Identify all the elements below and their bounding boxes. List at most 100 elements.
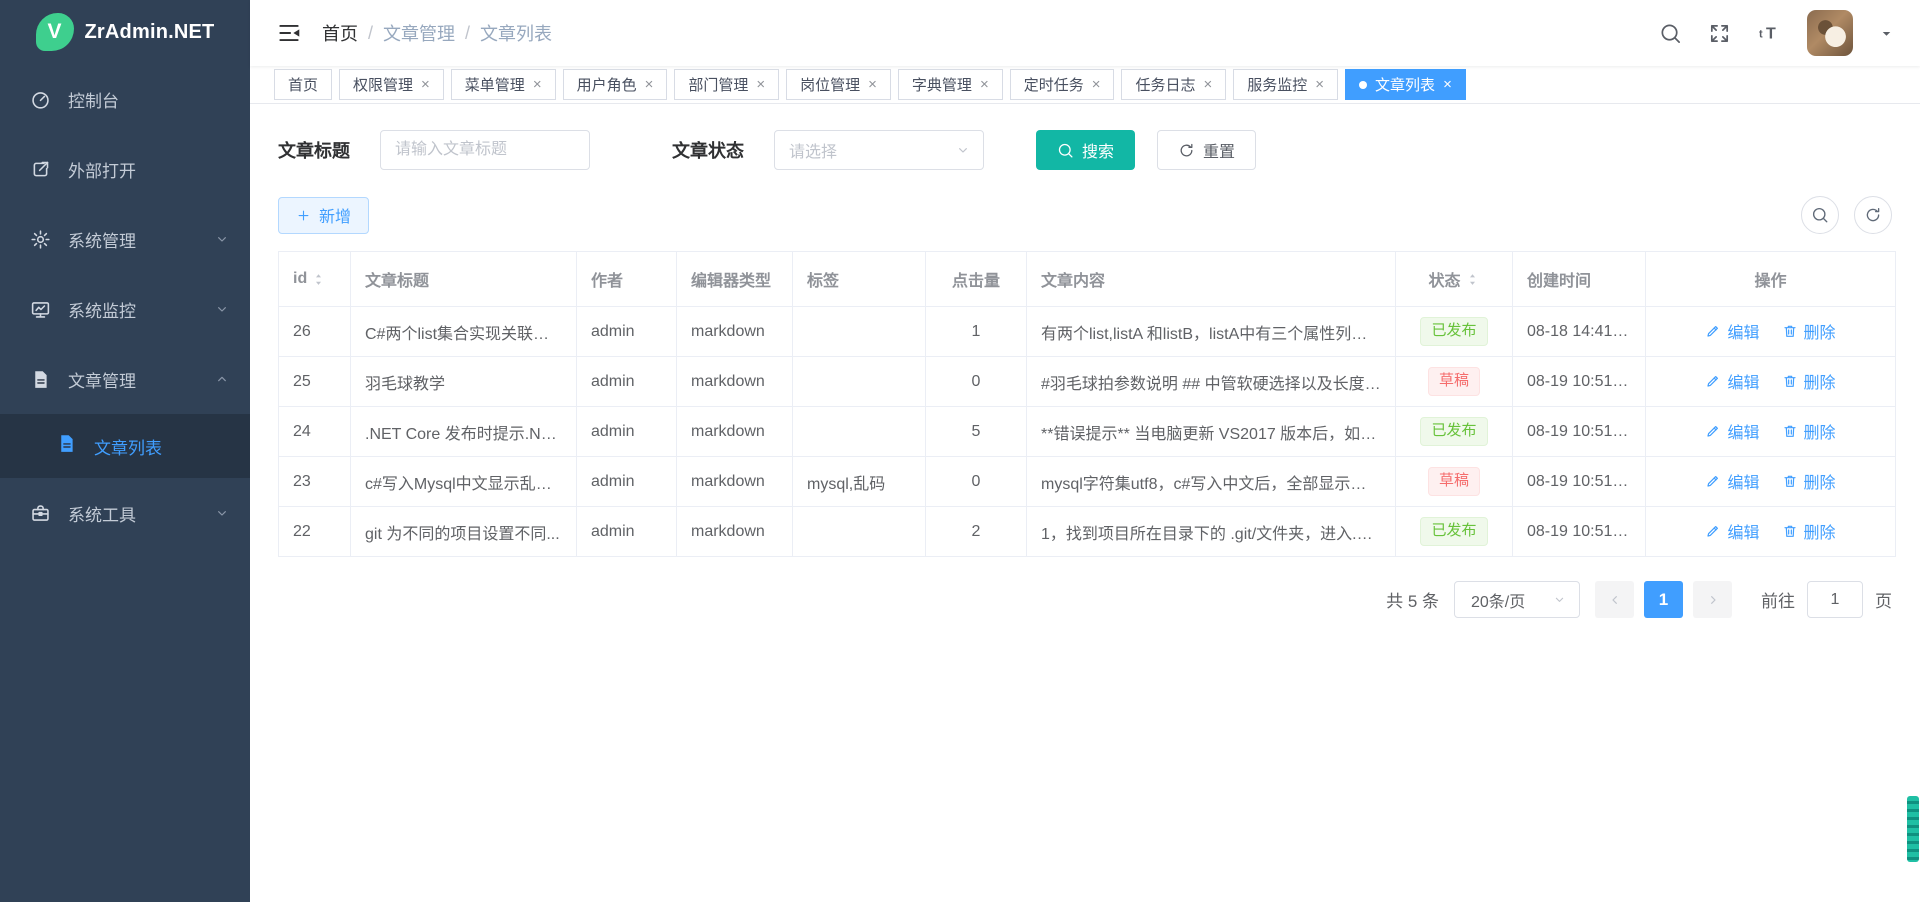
column-header-id[interactable]: id [279,252,351,307]
sidebar-item-system-tools[interactable]: 系统工具 [0,478,250,548]
status-badge: 草稿 [1428,367,1480,396]
trash-icon [1782,473,1798,489]
close-tab-icon[interactable]: × [1315,77,1324,92]
delete-button[interactable]: 删除 [1782,319,1836,343]
cell-actions: 编辑删除 [1646,307,1896,357]
tab-perm-manage[interactable]: 权限管理× [339,69,444,100]
close-tab-icon[interactable]: × [421,77,430,92]
sidebar-item-label: 文章管理 [68,367,136,392]
delete-button[interactable]: 删除 [1782,519,1836,543]
search-button[interactable]: 搜索 [1036,130,1135,170]
tab-cron-task[interactable]: 定时任务× [1010,69,1115,100]
breadcrumb-home[interactable]: 首页 [322,20,358,46]
sidebar-item-label: 文章列表 [94,434,162,459]
breadcrumb: 首页 / 文章管理 / 文章列表 [322,20,552,46]
svg-text:t: t [1759,29,1763,41]
cell-author: admin [577,307,677,357]
sort-icon[interactable] [311,272,326,287]
scroll-indicator[interactable] [1907,796,1919,862]
document-icon [56,433,77,459]
edit-label: 编辑 [1727,319,1759,343]
reset-button[interactable]: 重置 [1157,130,1256,170]
sort-icon[interactable] [1465,272,1480,287]
sidebar-item-label: 系统管理 [68,227,136,252]
search-button-label: 搜索 [1082,138,1114,162]
sidebar-item-article-list[interactable]: 文章列表 [0,414,250,478]
tab-label: 服务监控 [1247,74,1307,95]
user-menu-caret-icon[interactable] [1879,26,1894,41]
dashboard-icon [30,89,51,110]
tab-label: 菜单管理 [465,74,525,95]
app-logo[interactable]: V ZrAdmin.NET [0,0,250,64]
close-tab-icon[interactable]: × [533,77,542,92]
column-label: 标签 [807,267,839,291]
tab-bar: 首页权限管理×菜单管理×用户角色×部门管理×岗位管理×字典管理×定时任务×任务日… [250,66,1920,104]
page-size-select[interactable]: 20条/页 [1454,581,1580,618]
tab-home[interactable]: 首页 [274,69,332,100]
column-label: 状态 [1428,267,1460,291]
sidebar-item-system-monitor[interactable]: 系统监控 [0,274,250,344]
cell-actions: 编辑删除 [1646,407,1896,457]
sidebar-item-external-open[interactable]: 外部打开 [0,134,250,204]
goto-page-input[interactable] [1807,581,1863,618]
sidebar-item-system-manage[interactable]: 系统管理 [0,204,250,274]
cell-created: 08-18 14:41:36 [1513,307,1646,357]
tab-dept-manage[interactable]: 部门管理× [674,69,779,100]
active-tab-dot [1359,81,1367,89]
cell-clicks: 0 [926,357,1027,407]
edit-button[interactable]: 编辑 [1705,469,1759,493]
document-icon [30,369,51,390]
page-1-button[interactable]: 1 [1644,581,1683,618]
show-search-button[interactable] [1801,196,1839,234]
cell-id: 22 [279,507,351,557]
monitor-icon [30,299,51,320]
tab-task-log[interactable]: 任务日志× [1121,69,1226,100]
pagination: 共 5 条 20条/页 1 前往 页 [278,581,1892,618]
tab-user-role[interactable]: 用户角色× [563,69,668,100]
column-header-status[interactable]: 状态 [1396,252,1513,307]
avatar[interactable] [1807,10,1853,56]
search-icon[interactable] [1659,22,1682,45]
close-tab-icon[interactable]: × [645,77,654,92]
title-filter-label: 文章标题 [278,137,350,163]
table-row: 24.NET Core 发布时提示.NET...adminmarkdown5**… [279,407,1896,457]
close-tab-icon[interactable]: × [756,77,765,92]
close-tab-icon[interactable]: × [1204,77,1213,92]
delete-button[interactable]: 删除 [1782,369,1836,393]
close-tab-icon[interactable]: × [868,77,877,92]
next-page-button[interactable] [1693,581,1732,618]
sidebar-item-article-manage[interactable]: 文章管理 [0,344,250,414]
status-filter-select[interactable]: 请选择 [774,130,984,170]
delete-button[interactable]: 删除 [1782,469,1836,493]
app-window: V ZrAdmin.NET 控制台外部打开系统管理系统监控文章管理文章列表系统工… [0,0,1920,902]
chevron-down-icon [1552,592,1567,607]
column-header-created: 创建时间 [1513,252,1646,307]
edit-button[interactable]: 编辑 [1705,519,1759,543]
tab-menu-manage[interactable]: 菜单管理 × [451,69,556,100]
delete-label: 删除 [1804,519,1836,543]
close-tab-icon[interactable]: × [980,77,989,92]
column-label: id [293,270,307,288]
title-filter-input[interactable] [380,130,590,170]
prev-page-button[interactable] [1595,581,1634,618]
breadcrumb-article-manage: 文章管理 [383,20,455,46]
column-header-actions: 操作 [1646,252,1896,307]
close-tab-icon[interactable]: × [1092,77,1101,92]
delete-button[interactable]: 删除 [1782,419,1836,443]
tab-service-monitor[interactable]: 服务监控 × [1233,69,1338,100]
fullscreen-icon[interactable] [1708,22,1731,45]
edit-button[interactable]: 编辑 [1705,419,1759,443]
cell-status: 已发布 [1396,507,1513,557]
tab-dict-manage[interactable]: 字典管理× [898,69,1003,100]
edit-button[interactable]: 编辑 [1705,319,1759,343]
tab-article-list[interactable]: 文章列表× [1345,69,1466,100]
tab-post-manage[interactable]: 岗位管理× [786,69,891,100]
edit-button[interactable]: 编辑 [1705,369,1759,393]
close-tab-icon[interactable]: × [1443,77,1452,92]
column-header-tags: 标签 [793,252,926,307]
refresh-table-button[interactable] [1854,196,1892,234]
sidebar-collapse-icon[interactable] [276,20,302,46]
font-size-icon[interactable]: tT [1757,21,1781,45]
sidebar-item-dashboard[interactable]: 控制台 [0,64,250,134]
add-button[interactable]: 新增 [278,197,369,234]
